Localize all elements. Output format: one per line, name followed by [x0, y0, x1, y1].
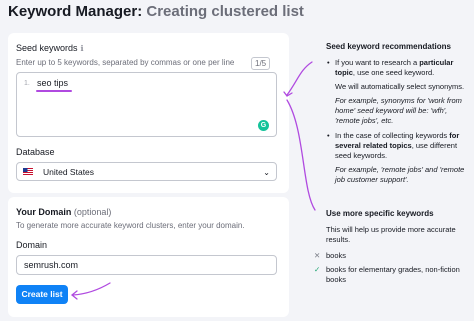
domain-hint: To generate more accurate keyword cluste… [16, 221, 245, 230]
check-icon: ✓ [314, 265, 321, 274]
good-example: books for elementary grades, non-fiction… [326, 265, 460, 284]
rec1-example: For example, synonyms for 'work from hom… [335, 96, 462, 125]
page-title: Keyword Manager: [8, 3, 143, 20]
us-flag-icon [23, 168, 33, 175]
specific-keywords-sub: This will help us provide more accurate … [326, 225, 456, 244]
rec1-text-end: , use one seed keyword. [352, 68, 435, 77]
arrow-to-keywords [286, 61, 313, 96]
database-value: United States [43, 167, 95, 177]
cross-icon: ✕ [314, 251, 321, 260]
domain-title-text: Your Domain [16, 207, 72, 217]
seed-keyword-value: seo tips [37, 78, 69, 88]
keyword-counter: 1/5 [251, 57, 271, 70]
seed-keywords-label: Seed keywords ℹ [16, 43, 84, 53]
recommendations-title: Seed keyword recommendations [326, 42, 451, 51]
rec1-text: If you want to research a [335, 58, 420, 67]
page-subtitle: Creating clustered list [146, 3, 304, 20]
recommendations-panel: Seed keyword recommendations If you want… [326, 42, 471, 185]
create-list-button[interactable]: Create list [16, 285, 68, 304]
rec2-text: In the case of collecting keywords [335, 131, 450, 140]
page-header: Keyword Manager: Creating clustered list [8, 3, 304, 20]
domain-card-title: Your Domain (optional) [16, 207, 111, 217]
rec2-example: For example, 'remote jobs' and 'remote j… [335, 165, 465, 184]
seed-keywords-label-text: Seed keywords [16, 43, 78, 53]
recommendations-list: If you want to research a particular top… [326, 58, 471, 185]
line-number: 1. [24, 80, 30, 87]
domain-label: Domain [16, 240, 48, 250]
highlight-underline [36, 90, 72, 92]
info-icon[interactable]: ℹ [81, 44, 84, 53]
seed-keywords-hint: Enter up to 5 keywords, separated by com… [16, 58, 235, 67]
domain-card: Your Domain (optional) To generate more … [8, 197, 289, 317]
domain-value: semrush.com [24, 260, 79, 270]
seed-keywords-textarea[interactable]: 1. seo tips [16, 72, 277, 137]
recommendation-item: In the case of collecting keywords for s… [326, 131, 471, 185]
grammarly-icon[interactable]: G [258, 120, 269, 131]
domain-input[interactable]: semrush.com [16, 255, 277, 275]
connector-line [286, 99, 316, 211]
database-select[interactable]: United States ⌄ [16, 162, 277, 181]
bad-example: books [326, 251, 347, 260]
specific-keywords-title: Use more specific keywords [326, 209, 434, 218]
database-label: Database [16, 147, 55, 157]
specific-keywords-panel: Use more specific keywords This will hel… [326, 209, 471, 245]
optional-tag: (optional) [73, 207, 112, 217]
chevron-down-icon: ⌄ [263, 168, 270, 177]
rec1-sub: We will automatically select synonyms. [335, 82, 465, 91]
seed-keywords-card: Seed keywords ℹ Enter up to 5 keywords, s… [8, 33, 289, 193]
recommendation-item: If you want to research a particular top… [326, 58, 471, 126]
